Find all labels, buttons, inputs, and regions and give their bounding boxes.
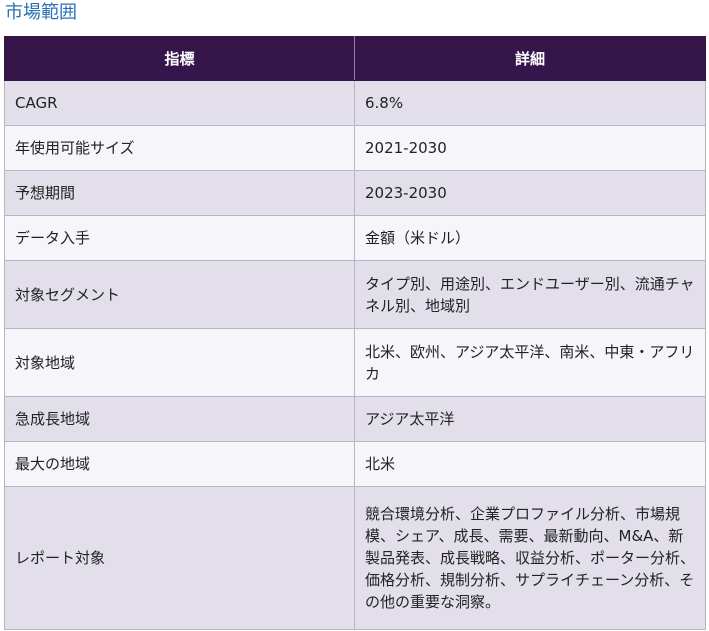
row-value: 2021-2030 [354, 125, 706, 171]
row-key: 急成長地域 [4, 396, 355, 442]
table-row: 対象セグメント タイプ別、用途別、エンドユーザー別、流通チャネル別、地域別 [4, 260, 706, 329]
table-row: データ入手 金額（米ドル） [4, 215, 706, 261]
market-scope-table: 指標 詳細 CAGR 6.8% 年使用可能サイズ 2021-2030 予想期間 … [4, 36, 706, 630]
row-key: データ入手 [4, 215, 355, 261]
row-value: アジア太平洋 [354, 396, 706, 442]
row-key: 対象セグメント [4, 260, 355, 329]
row-key: 年使用可能サイズ [4, 125, 355, 171]
row-value: 金額（米ドル） [354, 215, 706, 261]
row-key: 最大の地域 [4, 441, 355, 487]
table-row: 対象地域 北米、欧州、アジア太平洋、南米、中東・アフリカ [4, 328, 706, 397]
row-key: CAGR [4, 80, 355, 126]
row-key: 予想期間 [4, 170, 355, 216]
table-row: CAGR 6.8% [4, 80, 706, 126]
row-value: 6.8% [354, 80, 706, 126]
table-row: レポート対象 競合環境分析、企業プロファイル分析、市場規模、シェア、成長、需要、… [4, 486, 706, 630]
table-row: 予想期間 2023-2030 [4, 170, 706, 216]
row-value: 2023-2030 [354, 170, 706, 216]
header-indicator: 指標 [4, 36, 355, 81]
row-key: 対象地域 [4, 328, 355, 397]
row-value: タイプ別、用途別、エンドユーザー別、流通チャネル別、地域別 [354, 260, 706, 329]
table-row: 年使用可能サイズ 2021-2030 [4, 125, 706, 171]
page-title: 市場範囲 [5, 2, 77, 23]
row-key: レポート対象 [4, 486, 355, 630]
table-row: 急成長地域 アジア太平洋 [4, 396, 706, 442]
row-value: 北米 [354, 441, 706, 487]
row-value: 北米、欧州、アジア太平洋、南米、中東・アフリカ [354, 328, 706, 397]
header-details: 詳細 [354, 36, 706, 81]
table-row: 最大の地域 北米 [4, 441, 706, 487]
table-header-row: 指標 詳細 [4, 36, 706, 81]
row-value: 競合環境分析、企業プロファイル分析、市場規模、シェア、成長、需要、最新動向、M&… [354, 486, 706, 630]
